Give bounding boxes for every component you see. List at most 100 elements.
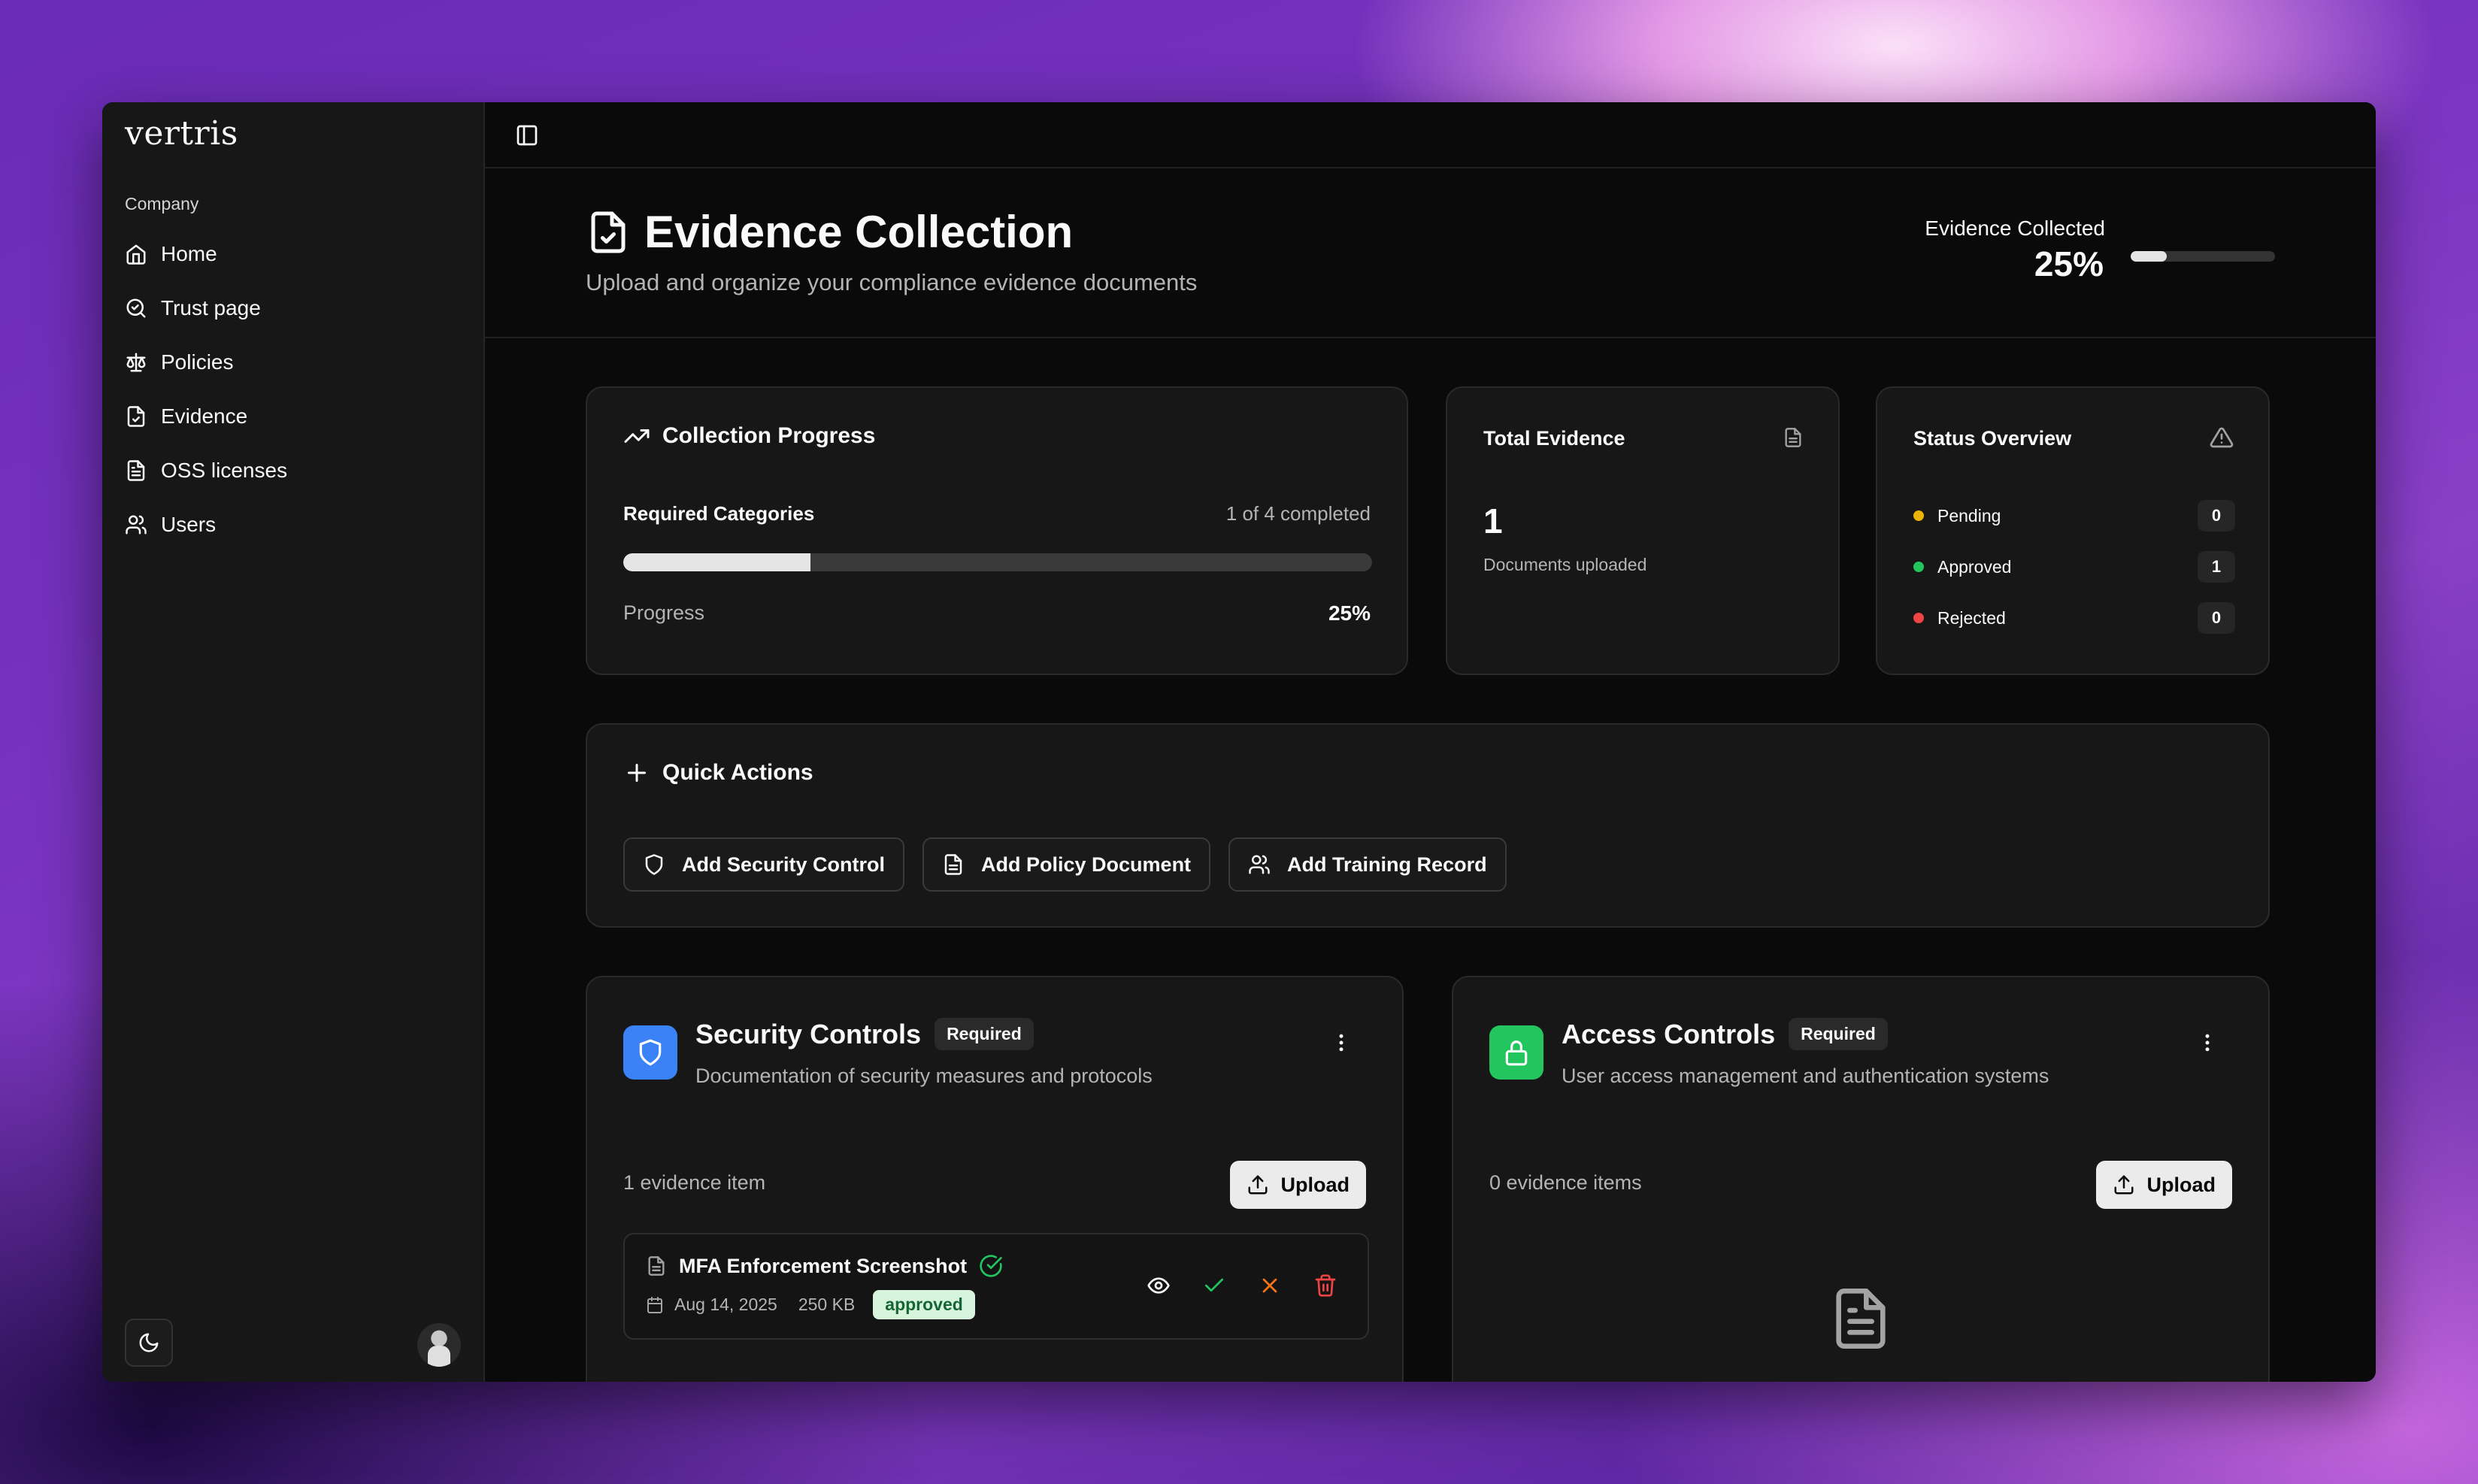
status-count: 1	[2198, 551, 2235, 583]
evidence-item-name-text: MFA Enforcement Screenshot	[679, 1254, 968, 1277]
sidebar-item-evidence[interactable]: Evidence	[123, 389, 462, 444]
required-categories-label: Required Categories	[623, 502, 815, 525]
button-label: Add Policy Document	[981, 853, 1192, 876]
sidebar-item-label: Trust page	[161, 296, 261, 320]
avatar[interactable]	[417, 1323, 461, 1367]
upload-button[interactable]: Upload	[2095, 1161, 2232, 1209]
approve-button[interactable]	[1202, 1274, 1226, 1298]
more-options-button[interactable]	[2196, 1031, 2219, 1054]
button-label: Add Security Control	[682, 853, 886, 876]
status-overview-title: Status Overview	[1913, 427, 2072, 450]
sidebar-item-label: OSS licenses	[161, 459, 288, 482]
upload-label: Upload	[2146, 1173, 2216, 1196]
status-count: 0	[2198, 602, 2235, 634]
total-evidence-count: 1	[1483, 501, 1503, 541]
plus-icon	[623, 759, 650, 786]
collection-progress-card: Collection Progress Required Categories …	[586, 386, 1408, 675]
evidence-item-size: 250 KB	[798, 1295, 856, 1314]
lock-icon	[1502, 1038, 1531, 1067]
main-content: Evidence Collection Upload and organize …	[485, 102, 2376, 1382]
more-options-button[interactable]	[1330, 1031, 1353, 1054]
progress-label: Progress	[623, 601, 705, 624]
sidebar-nav: Home Trust page Policies Evidence OSS li…	[123, 227, 462, 552]
status-overview-card: Status Overview Pending 0 Approved 1 Rej…	[1876, 386, 2270, 675]
evidence-item-meta: Aug 14, 2025 250 KB approved	[646, 1290, 975, 1319]
sidebar-item-label: Policies	[161, 350, 234, 374]
sidebar-item-label: Users	[161, 513, 217, 536]
status-badge: approved	[873, 1290, 975, 1319]
evidence-collected-label: Evidence Collected	[1925, 217, 2105, 240]
category-description: Documentation of security measures and p…	[695, 1065, 1153, 1087]
sidebar-item-users[interactable]: Users	[123, 498, 462, 552]
total-evidence-label: Documents uploaded	[1483, 555, 1647, 574]
page-header: Evidence Collection Upload and organize …	[485, 168, 2376, 338]
file-check-icon	[125, 405, 147, 428]
trust-icon	[125, 297, 147, 320]
quick-actions-title: Quick Actions	[662, 760, 813, 785]
quick-actions-buttons: Add Security Control Add Policy Document…	[623, 837, 1507, 892]
empty-state-file-icon	[1828, 1281, 1894, 1356]
evidence-item[interactable]: MFA Enforcement Screenshot Aug 14, 2025 …	[623, 1233, 1369, 1340]
calendar-icon	[646, 1296, 664, 1314]
upload-icon	[2113, 1174, 2135, 1196]
security-controls-card: Security Controls Required Documentation…	[586, 976, 1404, 1382]
add-training-record-button[interactable]: Add Training Record	[1228, 837, 1507, 892]
view-button[interactable]	[1147, 1274, 1171, 1298]
file-text-icon	[1783, 427, 1804, 448]
add-policy-document-button[interactable]: Add Policy Document	[922, 837, 1211, 892]
category-title: Access Controls Required	[1562, 1018, 1888, 1050]
sidebar-group-label: Company	[125, 194, 199, 214]
sidebar-item-oss-licenses[interactable]: OSS licenses	[123, 444, 462, 498]
panel-left-icon	[515, 123, 539, 147]
sidebar-item-trust-page[interactable]: Trust page	[123, 281, 462, 335]
collection-progress-title: Collection Progress	[662, 423, 876, 448]
scale-icon	[125, 351, 147, 374]
sidebar-item-policies[interactable]: Policies	[123, 335, 462, 389]
evidence-collected-progress-bar	[2131, 251, 2275, 262]
quick-actions-card: Quick Actions Add Security Control Add P…	[586, 723, 2270, 928]
total-evidence-title: Total Evidence	[1483, 427, 1625, 450]
topbar	[485, 102, 2376, 168]
category-icon-tile	[623, 1025, 677, 1080]
sidebar-item-label: Home	[161, 242, 217, 265]
add-security-control-button[interactable]: Add Security Control	[623, 837, 905, 892]
sidebar-toggle-button[interactable]	[515, 123, 539, 147]
evidence-collected-value: 25%	[2034, 244, 2104, 283]
status-row-rejected: Rejected 0	[1913, 601, 2235, 634]
app-window: vertris Company Home Trust page Policies	[102, 102, 2376, 1382]
page-subtitle: Upload and organize your compliance evid…	[586, 269, 1198, 295]
category-description: User access management and authenticatio…	[1562, 1065, 2049, 1087]
evidence-count: 0 evidence items	[1489, 1171, 1642, 1194]
file-text-icon	[646, 1255, 667, 1277]
file-text-icon	[125, 459, 147, 482]
sidebar-item-home[interactable]: Home	[123, 227, 462, 281]
progress-value: 25%	[1328, 601, 1371, 625]
category-title-text: Access Controls	[1562, 1018, 1776, 1049]
logo[interactable]: vertris	[125, 114, 238, 153]
total-evidence-card: Total Evidence 1 Documents uploaded	[1446, 386, 1840, 675]
upload-button[interactable]: Upload	[1229, 1161, 1366, 1209]
more-vertical-icon	[2196, 1031, 2219, 1054]
category-title-text: Security Controls	[695, 1018, 922, 1049]
status-row-pending: Pending 0	[1913, 499, 2235, 532]
collection-progress-fill	[623, 553, 810, 571]
page-title-text: Evidence Collection	[644, 207, 1074, 257]
upload-icon	[1247, 1174, 1269, 1196]
status-count: 0	[2198, 500, 2235, 532]
collection-progress-header: Collection Progress	[623, 422, 875, 450]
collection-progress-bar	[623, 553, 1372, 571]
status-label: Pending	[1937, 505, 2001, 525]
status-dot-pending	[1913, 510, 1924, 521]
status-dot-rejected	[1913, 613, 1924, 623]
file-text-icon	[942, 853, 965, 876]
evidence-collected-progress-fill	[2131, 251, 2167, 262]
theme-toggle-button[interactable]	[125, 1319, 173, 1367]
status-dot-approved	[1913, 562, 1924, 572]
page-title: Evidence Collection	[586, 206, 1073, 258]
delete-button[interactable]	[1313, 1274, 1337, 1298]
reject-button[interactable]	[1258, 1274, 1282, 1298]
status-label: Rejected	[1937, 607, 2006, 628]
shield-icon	[643, 853, 665, 876]
moon-icon	[138, 1331, 160, 1354]
sidebar-item-label: Evidence	[161, 404, 248, 428]
